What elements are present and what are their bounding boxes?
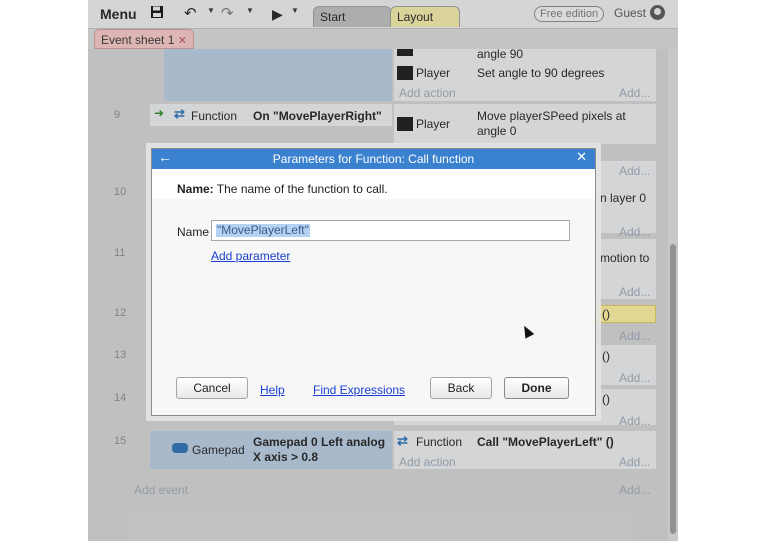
app-window: Menu ↶ ▼ ↷ ▼ ▶ ▼ Start page✕ Layout 1✕ F…: [88, 0, 678, 541]
dialog-title: Parameters for Function: Call function: [152, 149, 595, 169]
close-icon[interactable]: ✕: [576, 149, 587, 165]
parameters-dialog: Parameters for Function: Call function ←…: [151, 148, 596, 416]
left-margin: [0, 0, 92, 541]
back-button[interactable]: Back: [430, 377, 492, 399]
done-button[interactable]: Done: [504, 377, 569, 399]
parameter-description: Name: The name of the function to call.: [177, 182, 388, 196]
add-parameter-link[interactable]: Add parameter: [211, 249, 290, 263]
description-label: Name:: [177, 182, 214, 196]
right-margin: [677, 0, 763, 541]
back-arrow-icon[interactable]: ←: [158, 149, 172, 165]
name-field-value[interactable]: "MovePlayerLeft": [216, 224, 310, 237]
name-field-label: Name: [177, 225, 210, 239]
help-link[interactable]: Help: [260, 383, 285, 397]
find-expressions-link[interactable]: Find Expressions: [313, 383, 405, 397]
description-text: The name of the function to call.: [213, 182, 388, 196]
cancel-button[interactable]: Cancel: [176, 377, 248, 399]
